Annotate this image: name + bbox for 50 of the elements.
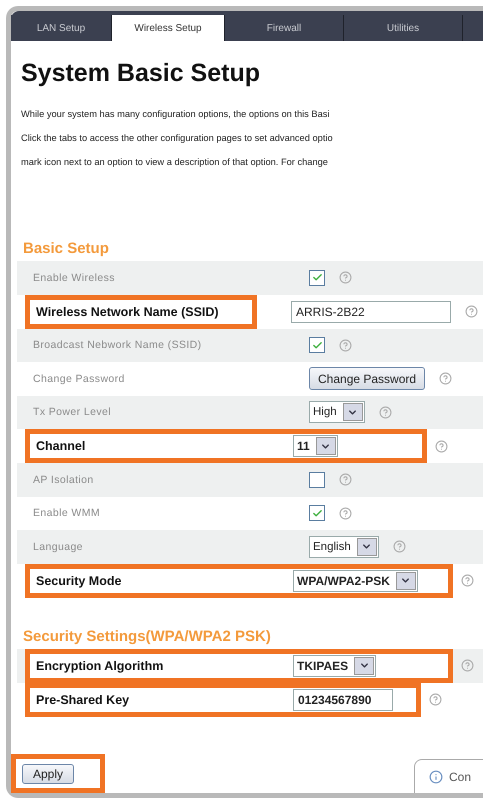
apply-button[interactable]: Apply [11, 754, 106, 793]
field-label: Security Mode [35, 574, 122, 588]
field-label: Change Password [32, 372, 126, 385]
section-heading: Security Settings(WPA/WPA2 PSK) [23, 628, 272, 644]
checkbox[interactable] [309, 472, 325, 488]
intro-text: While your system has many configuration options, the options on this Basi [21, 108, 331, 121]
intro-text: mark icon next to an option to view a description of that option. For change [21, 156, 329, 169]
dropdown[interactable]: High [309, 401, 365, 424]
dropdown[interactable]: TKIPAES [293, 654, 376, 676]
text-field[interactable]: ARRIS-2B22 [291, 300, 451, 322]
page-title: System Basic Setup [21, 59, 261, 88]
help-icon[interactable] [339, 506, 352, 520]
field-label: Enable WMM [32, 507, 102, 520]
field-label: Tx Power Level [32, 406, 112, 418]
text-field[interactable]: 01234567890 [293, 688, 393, 710]
help-icon[interactable] [461, 574, 474, 587]
field-label: Wireless Network Name (SSID) [25, 294, 257, 328]
help-icon[interactable] [439, 372, 452, 386]
connect-button[interactable]: Con [414, 759, 483, 793]
checkbox[interactable] [309, 337, 325, 354]
check-icon [312, 272, 322, 284]
field-label: Language [32, 540, 84, 553]
info-icon [428, 770, 443, 784]
field-label: Enable Wireless [32, 272, 116, 284]
help-icon[interactable] [339, 271, 352, 284]
checkbox[interactable] [309, 270, 325, 286]
change-password-button[interactable]: Change Password [309, 367, 426, 390]
check-icon [312, 508, 322, 519]
intro-text: Click the tabs to access the other configuration pages to set advanced optio [21, 132, 334, 145]
dropdown[interactable]: 11 [293, 435, 338, 457]
field-label: AP Isolation [32, 474, 95, 486]
help-icon[interactable] [461, 659, 474, 672]
checkbox[interactable] [309, 505, 325, 522]
field-label: Channel [35, 439, 86, 453]
section-heading: Basic Setup [23, 240, 110, 257]
help-icon[interactable] [378, 406, 392, 419]
field-label: Pre-Shared Key [35, 692, 130, 706]
help-icon[interactable] [435, 440, 448, 452]
help-icon[interactable] [465, 305, 478, 318]
tab[interactable]: Wireless Setup [112, 15, 225, 41]
field-label: Encryption Algorithm [35, 658, 164, 672]
help-icon[interactable] [429, 693, 442, 706]
help-icon[interactable] [392, 540, 406, 554]
help-icon[interactable] [339, 473, 352, 486]
tab[interactable]: LAN Setup [11, 15, 112, 41]
help-icon[interactable] [339, 338, 352, 352]
dropdown[interactable]: WPA/WPA2-PSK [293, 570, 418, 592]
dropdown[interactable]: English [309, 536, 379, 558]
check-icon [312, 340, 322, 351]
field-label: Broadcast Nebwork Name (SSID) [32, 339, 203, 352]
